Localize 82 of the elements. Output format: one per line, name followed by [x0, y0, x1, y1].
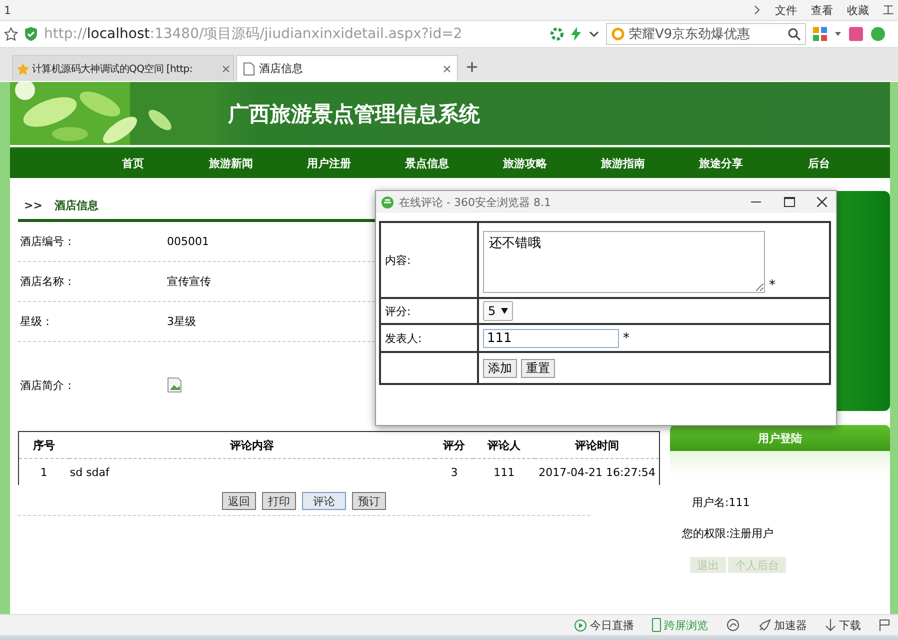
menu-item[interactable]: 收藏 [847, 2, 869, 18]
login-header: 用户登陆 [670, 425, 890, 451]
nav-link[interactable]: 旅游指南 [601, 156, 645, 170]
new-tab-icon[interactable] [466, 61, 478, 73]
content-field[interactable]: 还不错哦 [483, 230, 765, 292]
nav-link[interactable]: 景点信息 [405, 156, 449, 170]
author-field[interactable]: 111 [483, 328, 619, 348]
search-engine-icon [611, 27, 625, 41]
maximize-icon[interactable] [784, 197, 794, 207]
download-icon[interactable] [825, 619, 836, 631]
field-value: 3星级 [167, 314, 196, 329]
action-button[interactable]: 打印 [262, 492, 296, 510]
nav-link[interactable]: 旅游攻略 [503, 156, 547, 170]
site-title: 广西旅游景点管理信息系统 [228, 100, 480, 128]
username-text: 用户名:111 [691, 495, 751, 510]
menu-item[interactable]: 工 [883, 2, 894, 18]
chevron-icon [753, 5, 761, 15]
favorite-star-icon[interactable] [4, 27, 18, 41]
table-cell: 3 [435, 458, 474, 485]
shield-icon [24, 26, 38, 42]
field-label: 酒店名称： [19, 274, 76, 289]
section-marker: >> [24, 198, 42, 212]
star-icon [16, 62, 30, 76]
window-title: 在线评论 - 360安全浏览器 8.1 [399, 194, 552, 210]
form-button[interactable]: 添加 [483, 358, 517, 378]
column-header: 评分 [435, 432, 474, 458]
apps-icon[interactable] [812, 26, 828, 42]
nav-link[interactable]: 旅游新闻 [209, 156, 253, 170]
minimize-icon[interactable] [751, 201, 761, 203]
table-cell: 111 [473, 458, 535, 485]
action-button[interactable]: 预订 [352, 492, 386, 510]
browser-logo-icon [381, 196, 394, 208]
menu-item[interactable]: 文件 [775, 2, 797, 18]
refresh-icon[interactable] [550, 27, 564, 41]
nav-link[interactable]: 旅途分享 [699, 156, 743, 170]
close-icon[interactable] [443, 64, 451, 72]
browser-tab[interactable]: 酒店信息 [236, 55, 458, 81]
action-button[interactable]: 评论 [302, 492, 346, 510]
field-label: 酒店编号： [19, 234, 76, 249]
field-label: 评分: [385, 304, 411, 318]
browser-tab[interactable]: 计算机源码大神调试的QQ空间 [http: [12, 55, 234, 81]
nav-link[interactable]: 用户注册 [307, 156, 351, 170]
corner-text: 1 [4, 4, 11, 16]
phone-icon[interactable] [652, 618, 661, 632]
nav-link[interactable]: 后台 [808, 156, 830, 170]
field-label: 星级： [19, 314, 54, 329]
role-text: 您的权限:注册用户 [681, 526, 775, 541]
lightning-icon[interactable] [570, 27, 582, 41]
dropdown-icon [500, 308, 508, 314]
field-value: 宣传宣传 [167, 274, 211, 289]
field-label: 酒店简介： [19, 378, 76, 392]
search-icon[interactable] [788, 28, 801, 40]
status-item[interactable]: 下载 [839, 618, 861, 632]
broken-image-icon [167, 377, 182, 393]
table-cell: 2017-04-21 16:27:54 [535, 458, 660, 485]
nav-link[interactable]: 首页 [122, 156, 144, 170]
table-cell: sd sdaf [68, 458, 436, 485]
action-button[interactable]: 返回 [222, 492, 256, 510]
required-mark: * [769, 278, 776, 292]
section-title: 酒店信息 [54, 198, 98, 212]
page-icon [243, 62, 255, 76]
status-item[interactable]: 加速器 [774, 618, 807, 632]
play-circle-icon[interactable] [574, 618, 587, 632]
status-item[interactable]: 今日直播 [590, 618, 634, 632]
form-button[interactable]: 重置 [521, 358, 555, 378]
required-mark: * [623, 330, 630, 346]
menu-item[interactable]: 查看 [811, 2, 833, 18]
column-header: 评论内容 [68, 432, 436, 458]
column-header: 评论时间 [535, 432, 660, 458]
close-icon[interactable] [817, 197, 827, 207]
rating-select[interactable]: 5 [483, 301, 513, 321]
field-label: 发表人: [385, 332, 422, 344]
search-field[interactable]: 荣耀V9京东劲爆优惠 [606, 23, 806, 45]
caret-icon[interactable] [834, 30, 842, 38]
field-value: 005001 [167, 235, 209, 248]
table-cell: 1 [18, 458, 69, 485]
column-header: 评论人 [473, 432, 535, 458]
rocket-icon[interactable] [758, 618, 771, 632]
flag-icon[interactable] [879, 619, 890, 631]
column-header: 序号 [18, 432, 69, 458]
field-label: 内容: [385, 254, 411, 266]
url-field[interactable]: http://localhost:13480/项目源码/jiudianxinxidetail.aspx?id=2 [44, 25, 544, 43]
